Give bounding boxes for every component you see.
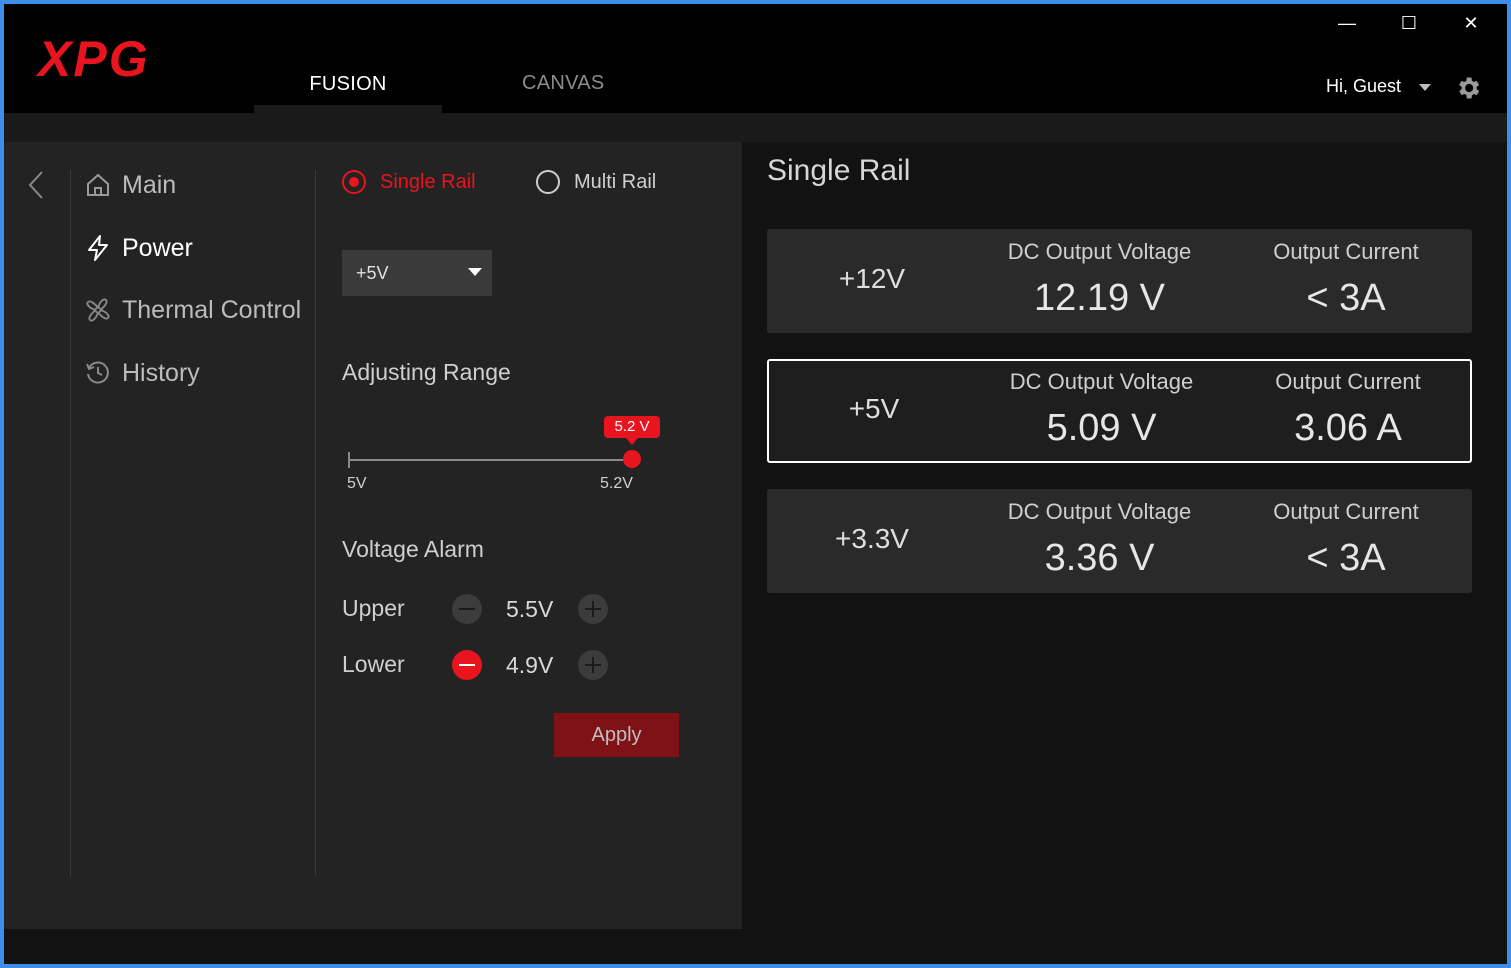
slider-value-tooltip: 5.2 V bbox=[604, 416, 660, 445]
sidebar-item-history[interactable]: History bbox=[84, 353, 200, 393]
rails-panel-title: Single Rail bbox=[767, 154, 911, 187]
upper-increase-button[interactable] bbox=[578, 594, 608, 624]
title-bar: XPG FUSION CANVAS — ☐ ✕ Hi, Guest bbox=[4, 4, 1507, 113]
slider-min-label: 5V bbox=[347, 475, 367, 492]
rail-current: < 3A bbox=[1306, 537, 1386, 579]
home-icon bbox=[87, 173, 109, 196]
lower-decrease-button[interactable] bbox=[452, 650, 482, 680]
sidebar-item-label: Power bbox=[122, 233, 193, 262]
alarm-upper-value: 5.5V bbox=[506, 596, 554, 622]
alarm-upper-row: Upper 5.5V bbox=[342, 592, 642, 626]
alarm-lower-label: Lower bbox=[342, 651, 405, 677]
xpg-logo: XPG bbox=[35, 32, 150, 84]
current-header: Output Current bbox=[1273, 239, 1419, 264]
radio-label: Single Rail bbox=[380, 170, 476, 193]
minimize-button[interactable]: — bbox=[1322, 8, 1372, 38]
voltage-alarm-title: Voltage Alarm bbox=[342, 536, 484, 562]
alarm-upper-label: Upper bbox=[342, 595, 405, 621]
rail-card-12v[interactable]: +12V DC Output Voltage Output Current 12… bbox=[767, 229, 1472, 333]
lower-increase-button[interactable] bbox=[578, 650, 608, 680]
sidebar-item-label: Thermal Control bbox=[122, 295, 302, 324]
voltage-header: DC Output Voltage bbox=[1009, 369, 1194, 394]
alarm-lower-row: Lower 4.9V bbox=[342, 648, 642, 682]
sidebar-item-label: History bbox=[122, 358, 200, 387]
app-window: XPG FUSION CANVAS — ☐ ✕ Hi, Guest Main P… bbox=[4, 4, 1507, 964]
rail-card-3v3[interactable]: +3.3V DC Output Voltage Output Current 3… bbox=[767, 489, 1472, 593]
bottom-strip bbox=[4, 929, 1507, 964]
chevron-left-icon[interactable] bbox=[26, 170, 48, 200]
rail-select-value: +5V bbox=[356, 263, 389, 283]
voltage-header: DC Output Voltage bbox=[1007, 499, 1192, 524]
sidebar-item-main[interactable]: Main bbox=[84, 165, 176, 205]
logo-text: XPG bbox=[35, 32, 150, 84]
divider bbox=[315, 170, 316, 876]
caret-down-icon[interactable] bbox=[1419, 84, 1431, 91]
rail-name: +5V bbox=[848, 393, 900, 424]
maximize-button[interactable]: ☐ bbox=[1384, 8, 1434, 38]
upper-decrease-button[interactable] bbox=[452, 594, 482, 624]
rail-voltage: 5.09 V bbox=[1046, 407, 1157, 449]
tab-canvas[interactable]: CANVAS bbox=[522, 72, 605, 95]
adjusting-range-title: Adjusting Range bbox=[342, 359, 511, 385]
gear-icon[interactable] bbox=[1454, 74, 1482, 102]
divider bbox=[70, 170, 71, 876]
radio-label: Multi Rail bbox=[574, 170, 657, 193]
radio-indicator bbox=[536, 170, 560, 194]
sidebar-item-power[interactable]: Power bbox=[84, 228, 193, 268]
caret-down-icon bbox=[468, 268, 482, 276]
power-settings-panel: Main Power Thermal Control History Singl… bbox=[4, 142, 742, 929]
current-header: Output Current bbox=[1275, 369, 1421, 394]
user-greeting[interactable]: Hi, Guest bbox=[1326, 76, 1401, 97]
alarm-lower-value: 4.9V bbox=[506, 652, 554, 678]
close-button[interactable]: ✕ bbox=[1446, 8, 1496, 38]
apply-button[interactable]: Apply bbox=[554, 713, 679, 757]
rail-card-5v[interactable]: +5V DC Output Voltage Output Current 5.0… bbox=[767, 359, 1472, 463]
radio-single-rail[interactable]: Single Rail bbox=[342, 170, 476, 194]
voltage-header: DC Output Voltage bbox=[1007, 239, 1192, 264]
fan-icon bbox=[86, 298, 110, 322]
bolt-icon bbox=[88, 235, 108, 261]
rail-current: 3.06 A bbox=[1294, 407, 1402, 449]
radio-multi-rail[interactable]: Multi Rail bbox=[536, 170, 656, 194]
sidebar-item-thermal-control[interactable]: Thermal Control bbox=[84, 290, 301, 330]
tab-fusion[interactable]: FUSION bbox=[254, 72, 442, 113]
history-icon bbox=[86, 361, 109, 384]
radio-selected-indicator bbox=[342, 170, 366, 194]
rail-name: +3.3V bbox=[835, 523, 909, 554]
slider-max-label: 5.2V bbox=[600, 475, 633, 492]
header-band bbox=[4, 113, 1507, 142]
sidebar-item-label: Main bbox=[122, 170, 177, 199]
slider-handle[interactable] bbox=[623, 450, 641, 468]
rail-select-dropdown[interactable]: +5V bbox=[342, 250, 492, 296]
rail-name: +12V bbox=[838, 263, 906, 294]
rail-current: < 3A bbox=[1306, 277, 1386, 319]
rail-voltage: 12.19 V bbox=[1034, 277, 1165, 319]
rail-voltage: 3.36 V bbox=[1044, 537, 1155, 579]
current-header: Output Current bbox=[1273, 499, 1419, 524]
adjusting-range-slider[interactable] bbox=[349, 459, 632, 461]
